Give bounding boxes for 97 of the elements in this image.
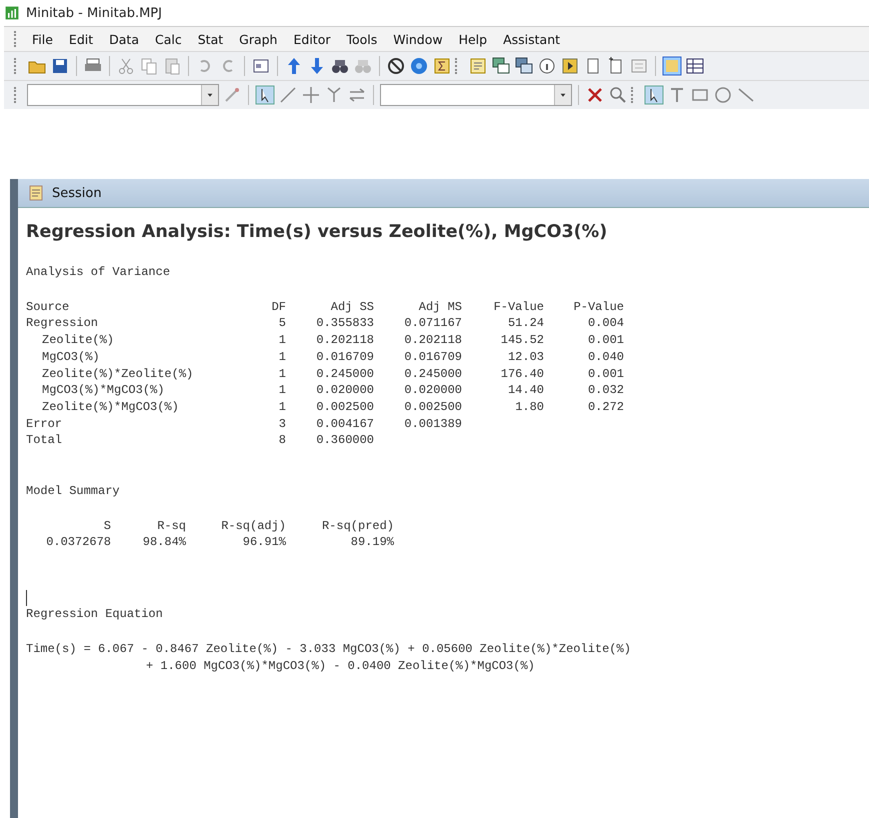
equation-line: + 1.600 MgCO3(%)*MgCO3(%) - 0.0400 Zeolite(%)*MgCO3(%) <box>146 658 535 673</box>
table-cell-text: 0.016709 <box>403 348 462 366</box>
crosshair-icon[interactable] <box>301 85 321 105</box>
column-header: Adj MS <box>418 298 462 316</box>
app-icon <box>4 5 20 21</box>
section-title: Model Summary <box>26 483 121 500</box>
table-cell-text: 176.40 <box>500 366 544 382</box>
menu-item[interactable]: Calc <box>147 30 190 48</box>
info-icon[interactable] <box>537 56 557 76</box>
ellipse-icon[interactable] <box>713 85 733 105</box>
cancel-icon[interactable] <box>386 56 406 76</box>
table-cell-text: 1 <box>278 366 286 382</box>
table-cell-text: 1 <box>278 382 286 399</box>
table-cell-text: 0.360000 <box>315 432 374 450</box>
zoom-icon[interactable] <box>608 85 628 105</box>
table-cell-text: 0.245000 <box>403 366 462 382</box>
table-cell-text: 96.91% <box>242 534 286 552</box>
table-cell-text: 0.002500 <box>315 398 374 416</box>
table-cell-text: 14.40 <box>506 382 544 399</box>
table-cell-text: 51.24 <box>506 315 544 332</box>
section-title: Regression Equation <box>26 606 164 623</box>
table-cell-text: 8 <box>278 432 286 450</box>
menu-item[interactable]: Tools <box>338 30 386 48</box>
session-window-icon[interactable] <box>662 56 682 76</box>
windows-icon[interactable] <box>491 56 511 76</box>
table-cell-text: 0.272 <box>586 398 624 416</box>
column-header: Source <box>26 298 70 316</box>
table-cell-text: 3 <box>278 416 286 432</box>
pointer-icon[interactable] <box>644 85 664 105</box>
table-cell-text: 12.03 <box>506 348 544 366</box>
session-title: Session <box>52 186 102 200</box>
table-cell-text: 5 <box>278 315 286 332</box>
menu-item[interactable]: Help <box>450 30 496 48</box>
sigma-icon[interactable] <box>432 56 452 76</box>
table-cell-text: 1 <box>278 398 286 416</box>
table-cell-text: 1 <box>278 348 286 366</box>
table-cell-text: 0.001 <box>586 366 624 382</box>
table-cell-text: MgCO3(%) <box>41 348 101 366</box>
window-title: Minitab - Minitab.MPJ <box>26 6 162 20</box>
column-header: Adj SS <box>330 298 374 316</box>
table-cell-text: 0.032 <box>586 382 624 399</box>
table-cell-text: 0.202118 <box>315 332 374 349</box>
menu-item[interactable]: File <box>24 30 61 48</box>
save-icon[interactable] <box>50 56 70 76</box>
equation-line: Time(s) = 6.067 - 0.8467 Zeolite(%) - 3.033 MgCO3(%) + 0.05600 Zeolite(%)*Zeolite(%) <box>26 642 631 656</box>
next-icon[interactable] <box>560 56 580 76</box>
table-cell-text: 98.84% <box>142 534 186 552</box>
section-title: Analysis of Variance <box>26 264 172 281</box>
menu-item[interactable]: Editor <box>285 30 338 48</box>
table-cell-text: 145.52 <box>500 332 544 349</box>
table-cell-text: 0.245000 <box>315 366 374 382</box>
table-cell-text: MgCO3(%)*MgCO3(%) <box>41 382 166 399</box>
notepad-icon[interactable] <box>468 56 488 76</box>
column-header: R-sq <box>156 518 186 534</box>
menu-item[interactable]: Window <box>385 30 451 48</box>
table-cell-text: 0.020000 <box>403 382 462 399</box>
table-cell-text: 0.002500 <box>403 398 462 416</box>
table-cell-text: 0.355833 <box>315 315 374 332</box>
column-header: R-sq(pred) <box>320 518 394 534</box>
dropdown-field[interactable] <box>380 84 572 106</box>
column-header: P-Value <box>572 298 624 316</box>
table-cell-text: 0.001 <box>586 332 624 349</box>
table-cell-text: 0.001389 <box>403 416 462 432</box>
table-cell-text: 1 <box>278 332 286 349</box>
table-cell-text: Zeolite(%) <box>41 332 116 349</box>
menu-item[interactable]: Graph <box>231 30 286 48</box>
column-header: S <box>102 518 111 534</box>
table-cell-text: 0.040 <box>586 348 624 366</box>
copy-icon[interactable] <box>139 56 159 76</box>
table-cell-text: 89.19% <box>350 534 394 552</box>
column-header: F-Value <box>492 298 544 316</box>
scissors-icon[interactable] <box>116 56 136 76</box>
table-cell-text: Total <box>26 432 64 450</box>
menu-item[interactable]: Edit <box>60 30 102 48</box>
menu-item[interactable]: Assistant <box>495 30 568 48</box>
pointer-icon[interactable] <box>255 85 275 105</box>
table-cell-text: 0.0372678 <box>45 534 111 552</box>
table-cell-text: 0.016709 <box>315 348 374 366</box>
table-cell-text: Regression <box>26 315 100 332</box>
report-heading: Regression Analysis: Time(s) versus Zeolite(%), MgCO3(%) <box>26 222 608 242</box>
table-cell-text: 0.004 <box>586 315 624 332</box>
table-cell-text: Error <box>26 416 64 432</box>
column-header: DF <box>270 298 286 316</box>
menu-item[interactable]: Stat <box>190 30 232 48</box>
text-cursor <box>26 590 27 606</box>
table-cell-text: Zeolite(%)*MgCO3(%) <box>41 398 180 416</box>
table-cell-text: 0.004167 <box>315 416 374 432</box>
column-header: R-sq(adj) <box>220 518 286 534</box>
table-cell-text: 0.202118 <box>403 332 462 349</box>
table-cell-text: 0.071167 <box>403 315 462 332</box>
worksheet-icon[interactable] <box>685 56 705 76</box>
table-cell-text: Zeolite(%)*Zeolite(%) <box>41 366 194 382</box>
windows-icon[interactable] <box>514 56 534 76</box>
dropdown-field[interactable] <box>27 84 219 106</box>
table-cell-text: 0.020000 <box>315 382 374 399</box>
menu-item[interactable]: Data <box>101 30 147 48</box>
table-cell-text: 1.80 <box>514 398 544 416</box>
